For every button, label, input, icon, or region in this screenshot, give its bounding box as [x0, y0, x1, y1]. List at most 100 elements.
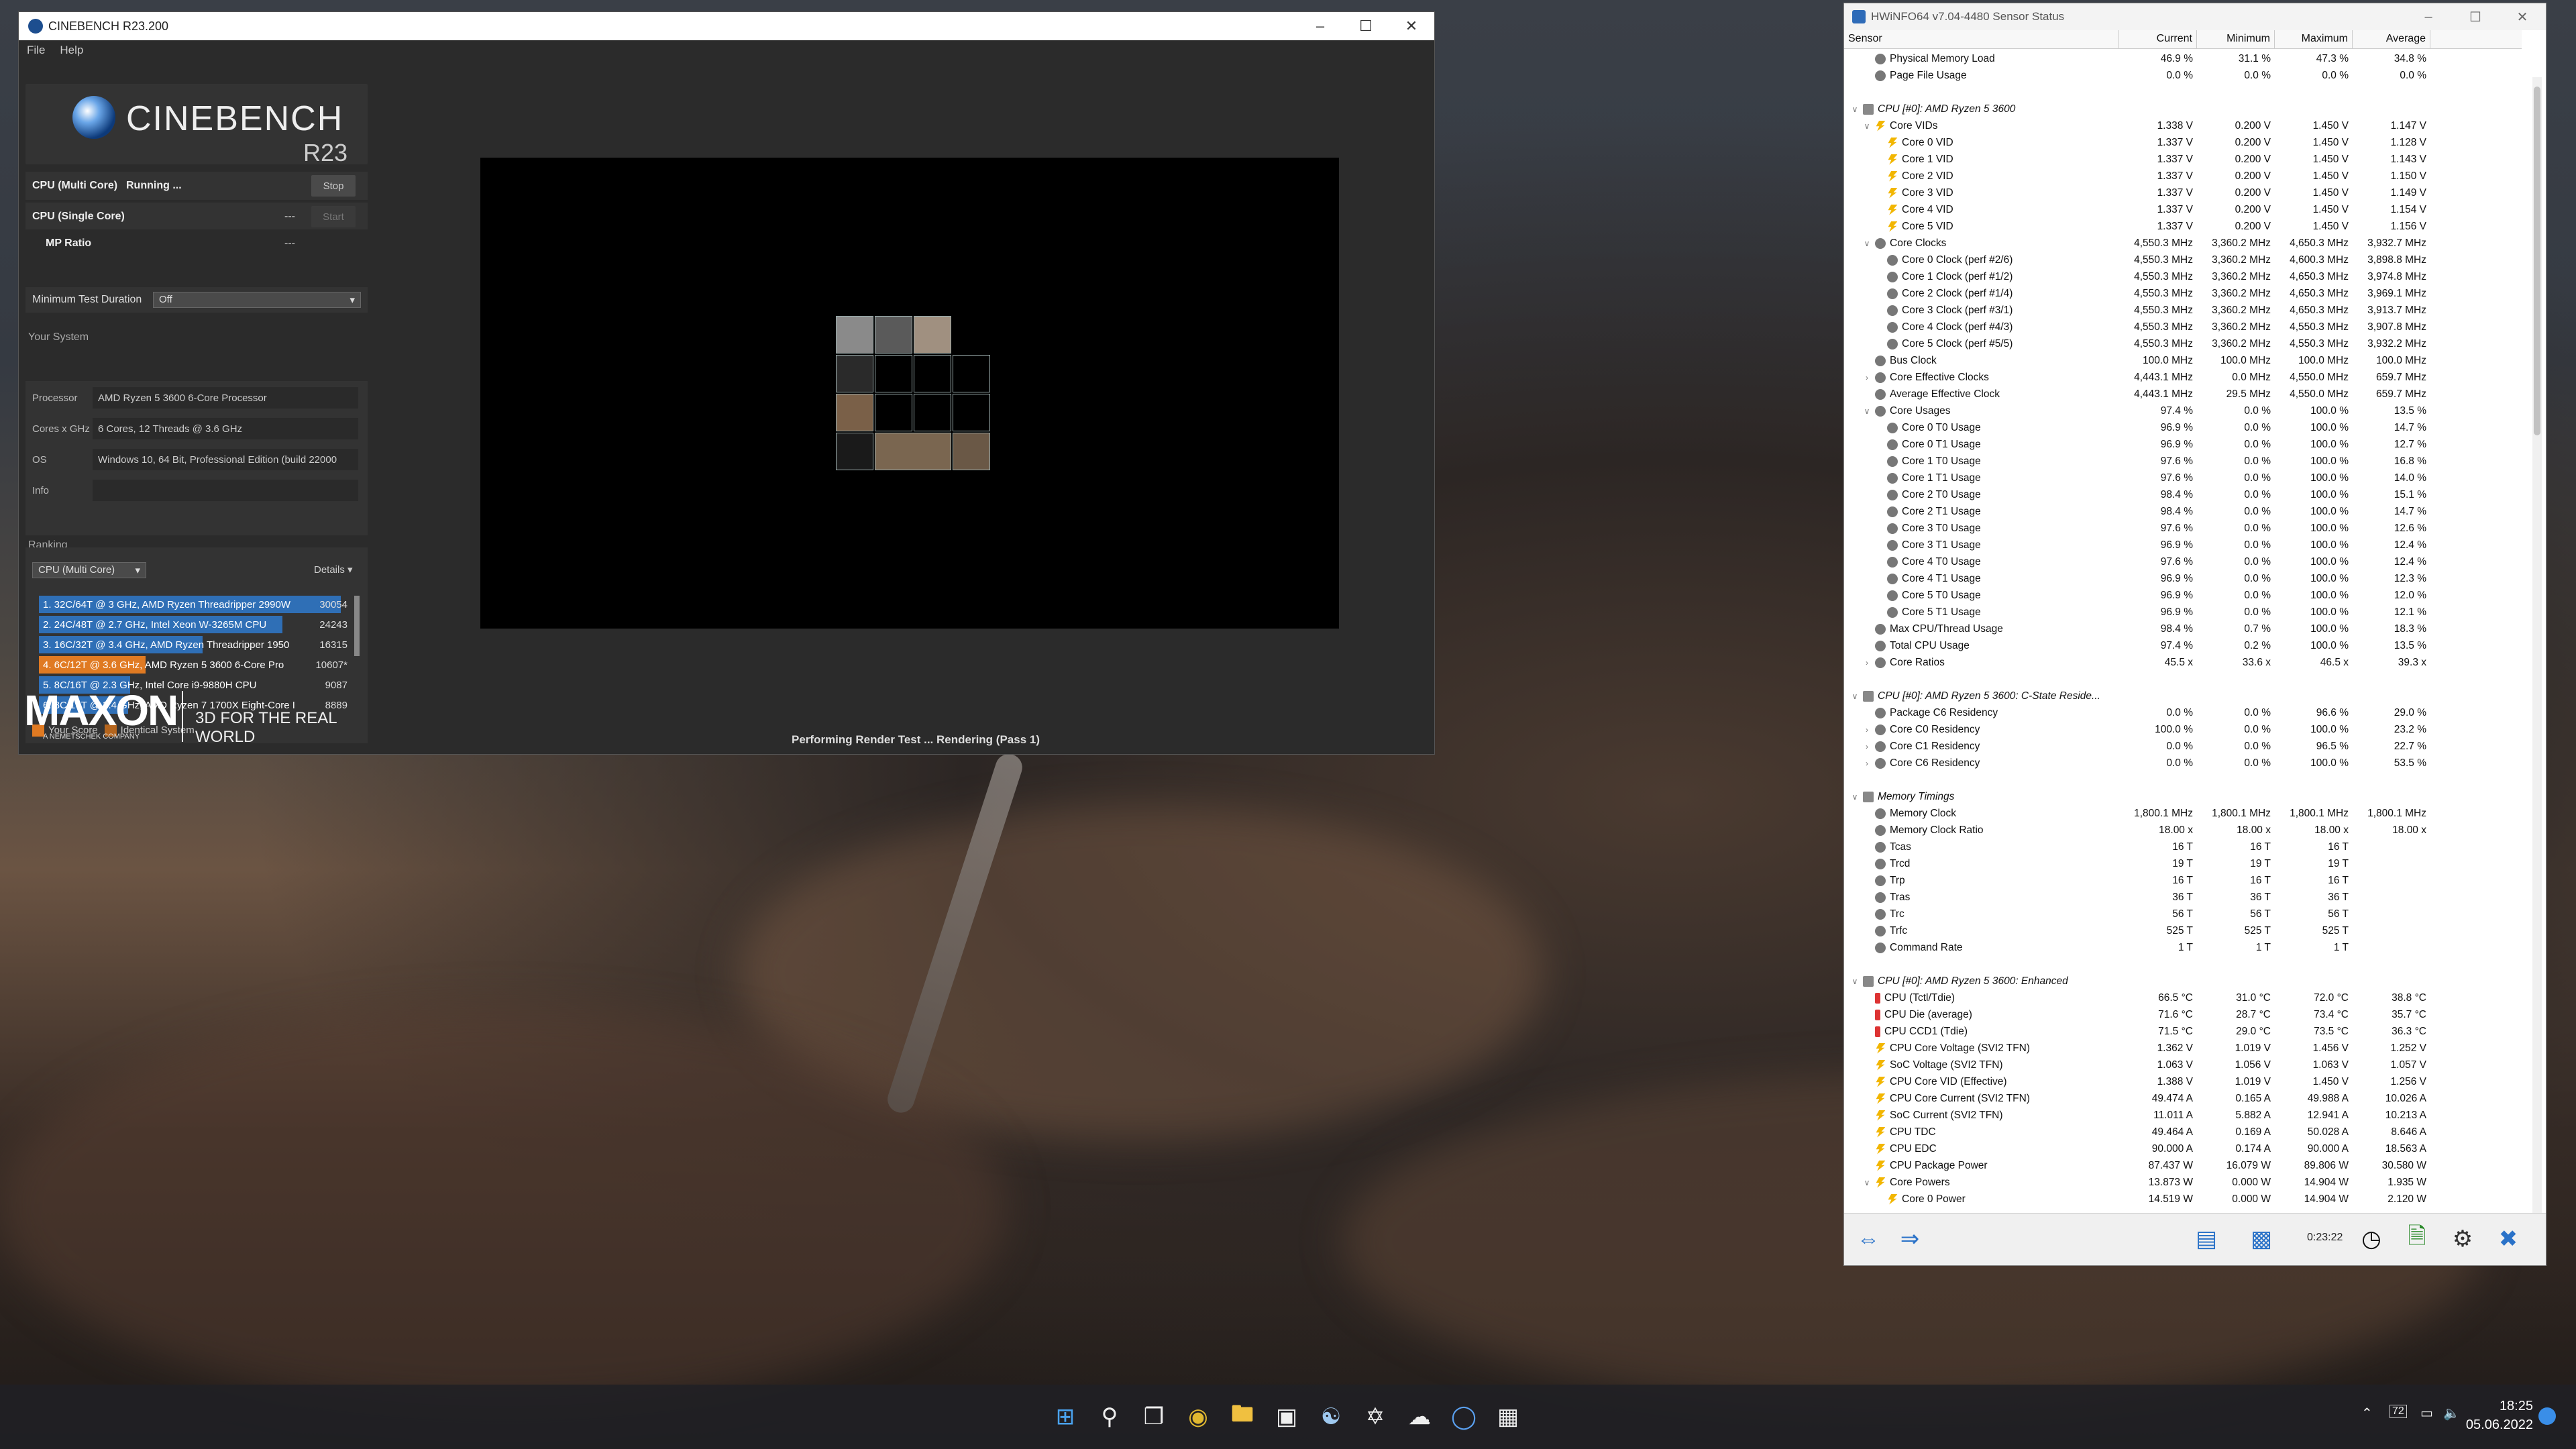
expand-toggle-icon[interactable]: ›	[1862, 742, 1872, 751]
sensor-row[interactable]: Memory Clock 1,800.1 MHz 1,800.1 MHz 1,800.…	[1844, 805, 2522, 822]
sensor-row[interactable]: Core 4 Clock (perf #4/3) 4,550.3 MHz 3,360…	[1844, 319, 2522, 335]
minimize-icon[interactable]: –	[1297, 17, 1343, 35]
sensor-row[interactable]: Core 5 Clock (perf #5/5) 4,550.3 MHz 3,360…	[1844, 335, 2522, 352]
sensor-row[interactable]: SoC Voltage (SVI2 TFN) 1.063 V 1.056 V 1.06…	[1844, 1057, 2522, 1073]
sensor-row[interactable]: Command Rate 1 T 1 T 1 T	[1844, 939, 2522, 956]
task-view-icon[interactable]: ❐	[1136, 1399, 1171, 1434]
start-windows-icon[interactable]: ⊞	[1048, 1399, 1083, 1434]
sensor-group-row[interactable]: ∨ CPU [#0]: AMD Ryzen 5 3600	[1844, 101, 2522, 117]
column-minimum[interactable]: Minimum	[2197, 30, 2275, 48]
stop-button[interactable]: Stop	[311, 175, 356, 197]
sensor-row[interactable]: ∨ Core Usages 97.4 % 0.0 % 100.0 % 13.5 %	[1844, 402, 2522, 419]
sensor-row[interactable]: Trp 16 T 16 T 16 T	[1844, 872, 2522, 889]
expand-toggle-icon[interactable]: ›	[1862, 373, 1872, 382]
clock-icon[interactable]: ◷	[2354, 1222, 2389, 1256]
sensor-row[interactable]	[1844, 84, 2522, 101]
maximize-icon[interactable]: ☐	[1343, 17, 1389, 35]
close-sensors-icon[interactable]: ✖	[2491, 1222, 2526, 1256]
sensor-row[interactable]: ∨ Core Clocks 4,550.3 MHz 3,360.2 MHz 4,650.…	[1844, 235, 2522, 252]
column-current[interactable]: Current	[2119, 30, 2197, 48]
sensor-group-row[interactable]: ∨ CPU [#0]: AMD Ryzen 5 3600: Enhanced	[1844, 973, 2522, 989]
sensor-group-row[interactable]: ∨ Memory Timings	[1844, 788, 2522, 805]
sensor-row[interactable]: CPU Core Current (SVI2 TFN) 49.474 A 0.165…	[1844, 1090, 2522, 1107]
expand-toggle-icon[interactable]: ›	[1862, 759, 1872, 768]
ranking-scrollbar[interactable]	[354, 596, 360, 656]
store-icon[interactable]: ▣	[1269, 1399, 1304, 1434]
sensor-row[interactable]: Core 5 T1 Usage 96.9 % 0.0 % 100.0 % 12.1 %	[1844, 604, 2522, 621]
sensor-row[interactable]: Core 2 T0 Usage 98.4 % 0.0 % 100.0 % 15.1 %	[1844, 486, 2522, 503]
sensor-row[interactable]	[1844, 956, 2522, 973]
spacer[interactable]: ∨	[1849, 977, 1860, 986]
info-field[interactable]	[93, 480, 358, 501]
sensor-row[interactable]: CPU EDC 90.000 A 0.174 A 90.000 A 18.563 A	[1844, 1140, 2522, 1157]
network-icon[interactable]: ▤	[2189, 1222, 2224, 1256]
sensor-row[interactable]: Physical Memory Load 46.9 % 31.1 % 47.3 % 34…	[1844, 50, 2522, 67]
tray-temp-badge[interactable]: 72	[2390, 1405, 2407, 1418]
sensor-row[interactable]: Memory Clock Ratio 18.00 x 18.00 x 18.00 x 1…	[1844, 822, 2522, 839]
sensor-table-scrollbar[interactable]	[2532, 77, 2542, 1218]
sensor-row[interactable]: Average Effective Clock 4,443.1 MHz 29.5 M…	[1844, 386, 2522, 402]
sensor-row[interactable]: CPU Core Voltage (SVI2 TFN) 1.362 V 1.019 …	[1844, 1040, 2522, 1057]
sensor-row[interactable]: Core 3 T0 Usage 97.6 % 0.0 % 100.0 % 12.6 %	[1844, 520, 2522, 537]
details-button[interactable]: Details ▾	[314, 564, 353, 576]
sensor-row[interactable]: Total CPU Usage 97.4 % 0.2 % 100.0 % 13.5 %	[1844, 637, 2522, 654]
sensor-row[interactable]: › Core C0 Residency 100.0 % 0.0 % 100.0 % 23.…	[1844, 721, 2522, 738]
spacer[interactable]: ∨	[1849, 105, 1860, 114]
fan-app-icon[interactable]: ✡	[1358, 1399, 1393, 1434]
settings-gear-icon[interactable]: ⚙	[2445, 1222, 2480, 1256]
sensor-row[interactable]: Tras 36 T 36 T 36 T	[1844, 889, 2522, 906]
expand-toggle-icon[interactable]: ∨	[1862, 407, 1872, 416]
ranking-select[interactable]: CPU (Multi Core) ▾	[32, 562, 146, 578]
sensor-row[interactable]: Core 0 VID 1.337 V 0.200 V 1.450 V 1.128 V	[1844, 134, 2522, 151]
sensor-row[interactable]: Trfc 525 T 525 T 525 T	[1844, 922, 2522, 939]
close-icon[interactable]: ✕	[2499, 9, 2546, 25]
sensor-row[interactable]: Core 1 Clock (perf #1/2) 4,550.3 MHz 3,360…	[1844, 268, 2522, 285]
maximize-icon[interactable]: ☐	[2452, 9, 2499, 25]
menu-help[interactable]: Help	[60, 44, 83, 57]
sensor-row[interactable]: Trcd 19 T 19 T 19 T	[1844, 855, 2522, 872]
sensor-row[interactable]: ∨ Core Powers 13.873 W 0.000 W 14.904 W 1.935…	[1844, 1174, 2522, 1191]
cinebench-taskbar-icon[interactable]: ◯	[1446, 1399, 1481, 1434]
ranking-row[interactable]: 1. 32C/64T @ 3 GHz, AMD Ryzen Threadripp…	[39, 596, 354, 613]
hwinfo-taskbar-icon[interactable]: ▦	[1491, 1399, 1525, 1434]
sensor-row[interactable]: Core 3 Clock (perf #3/1) 4,550.3 MHz 3,360…	[1844, 302, 2522, 319]
collapse-icon[interactable]: ⇒	[1892, 1222, 1927, 1256]
sensor-row[interactable]: › Core Ratios 45.5 x 33.6 x 46.5 x 39.3 x	[1844, 654, 2522, 671]
sensor-row[interactable]: CPU Die (average) 71.6 °C 28.7 °C 73.4 °C 35…	[1844, 1006, 2522, 1023]
ranking-row[interactable]: 2. 24C/48T @ 2.7 GHz, Intel Xeon W-3265M…	[39, 616, 354, 633]
tray-chevron-up-icon[interactable]: ⌃	[2361, 1405, 2373, 1421]
sensor-row[interactable]: Trc 56 T 56 T 56 T	[1844, 906, 2522, 922]
expand-toggle-icon[interactable]: ∨	[1862, 1178, 1872, 1187]
expand-toggle-icon[interactable]: ∨	[1862, 121, 1872, 131]
sensor-row[interactable]: › Core C6 Residency 0.0 % 0.0 % 100.0 % 53.5 …	[1844, 755, 2522, 771]
sensor-row[interactable]: Core 3 T1 Usage 96.9 % 0.0 % 100.0 % 12.4 %	[1844, 537, 2522, 553]
layout-icon[interactable]: ▩	[2244, 1222, 2279, 1256]
sensor-row[interactable]: Core 5 T0 Usage 96.9 % 0.0 % 100.0 % 12.0 %	[1844, 587, 2522, 604]
chrome-icon[interactable]: ◉	[1181, 1399, 1216, 1434]
sensor-row[interactable]: SoC Current (SVI2 TFN) 11.011 A 5.882 A 12.…	[1844, 1107, 2522, 1124]
close-icon[interactable]: ✕	[1389, 17, 1434, 35]
app-icon[interactable]: ☁	[1402, 1399, 1437, 1434]
sensor-row[interactable]: › Core Effective Clocks 4,443.1 MHz 0.0 MHz…	[1844, 369, 2522, 386]
file-explorer-icon[interactable]: 🖿	[1225, 1399, 1260, 1434]
sensor-row[interactable]: Core 0 T0 Usage 96.9 % 0.0 % 100.0 % 14.7 %	[1844, 419, 2522, 436]
sensor-row[interactable]: Page File Usage 0.0 % 0.0 % 0.0 % 0.0 %	[1844, 67, 2522, 84]
sensor-row[interactable]: Core 1 T1 Usage 97.6 % 0.0 % 100.0 % 14.0 %	[1844, 470, 2522, 486]
sensor-row[interactable]: CPU (Tctl/Tdie) 66.5 °C 31.0 °C 72.0 °C 38.8…	[1844, 989, 2522, 1006]
search-icon[interactable]: ⚲	[1092, 1399, 1127, 1434]
taskbar-clock[interactable]: 18:25 05.06.2022	[2466, 1397, 2533, 1434]
sensor-row[interactable]: Max CPU/Thread Usage 98.4 % 0.7 % 100.0 % 18…	[1844, 621, 2522, 637]
sensor-row[interactable]: Core 1 T0 Usage 97.6 % 0.0 % 100.0 % 16.8 %	[1844, 453, 2522, 470]
column-maximum[interactable]: Maximum	[2275, 30, 2353, 48]
sensor-row[interactable]: Core 1 VID 1.337 V 0.200 V 1.450 V 1.143 V	[1844, 151, 2522, 168]
sensor-row[interactable]: Core 0 Power 14.519 W 0.000 W 14.904 W 2.120…	[1844, 1191, 2522, 1208]
sensor-row[interactable]: Core 2 VID 1.337 V 0.200 V 1.450 V 1.150 V	[1844, 168, 2522, 184]
ranking-row[interactable]: 3. 16C/32T @ 3.4 GHz, AMD Ryzen Threadri…	[39, 636, 354, 653]
sensor-row[interactable]: CPU Package Power 87.437 W 16.079 W 89.806 …	[1844, 1157, 2522, 1174]
notification-icon[interactable]	[2538, 1407, 2556, 1425]
sensor-row[interactable]: CPU TDC 49.464 A 0.169 A 50.028 A 8.646 A	[1844, 1124, 2522, 1140]
sensor-row[interactable]: Bus Clock 100.0 MHz 100.0 MHz 100.0 MHz 100.…	[1844, 352, 2522, 369]
sensor-row[interactable]: Core 5 VID 1.337 V 0.200 V 1.450 V 1.156 V	[1844, 218, 2522, 235]
spacer[interactable]: ∨	[1849, 792, 1860, 802]
network-icon[interactable]: ▭	[2420, 1405, 2433, 1421]
